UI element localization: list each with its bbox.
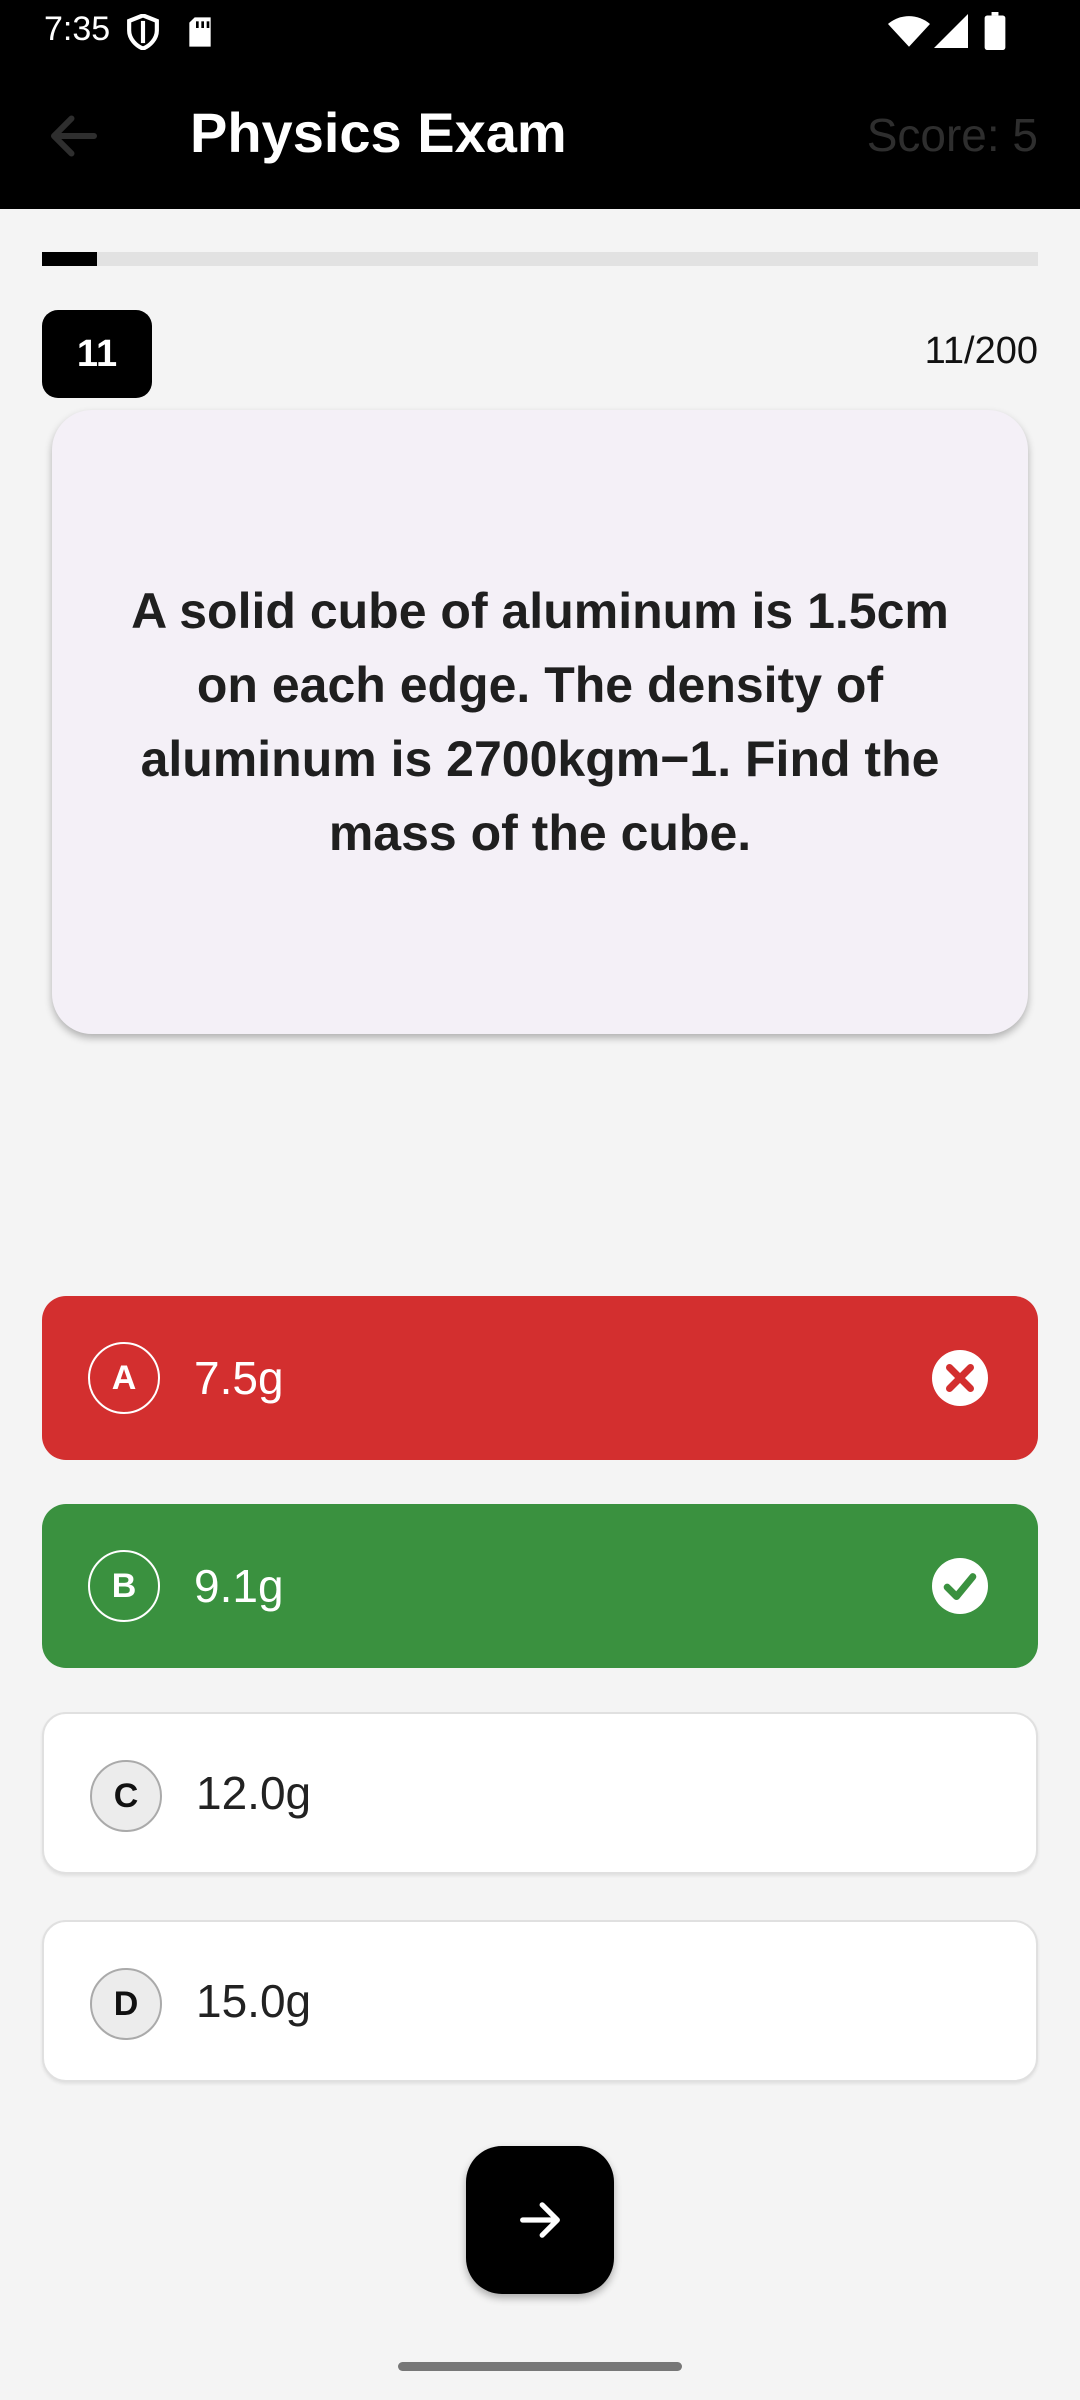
question-card: A solid cube of aluminum is 1.5cm on eac… — [52, 410, 1028, 1034]
battery-icon — [984, 12, 1006, 50]
shield-icon — [127, 14, 159, 50]
close-circle-icon — [932, 1350, 988, 1406]
option-letter: D — [90, 1968, 162, 2040]
question-number-badge: 11 — [42, 310, 152, 398]
option-value: 9.1g — [194, 1560, 284, 1612]
question-counter: 11/200 — [924, 330, 1038, 372]
option-value: 7.5g — [194, 1352, 284, 1404]
arrow-forward-icon — [520, 2202, 560, 2238]
home-indicator[interactable] — [398, 2362, 682, 2371]
sd-card-icon — [189, 17, 211, 47]
option-c[interactable]: C 12.0g — [42, 1712, 1038, 1874]
score-label: Score: 5 — [866, 109, 1038, 161]
progress-fill — [42, 252, 97, 266]
option-value: 12.0g — [196, 1767, 312, 1819]
option-letter: C — [90, 1760, 162, 1832]
option-b[interactable]: B 9.1g — [42, 1504, 1038, 1668]
quiz-screen: 7:35 Physics Exam Score: 5 11 11/200 A s… — [0, 0, 1080, 2400]
signal-icon — [934, 14, 968, 48]
question-text: A solid cube of aluminum is 1.5cm on eac… — [131, 583, 949, 861]
option-a[interactable]: A 7.5g — [42, 1296, 1038, 1460]
option-letter: A — [88, 1342, 160, 1414]
status-bar: 7:35 — [0, 0, 1080, 64]
status-time: 7:35 — [44, 10, 111, 48]
option-letter: B — [88, 1550, 160, 1622]
option-d[interactable]: D 15.0g — [42, 1920, 1038, 2082]
next-button[interactable] — [466, 2146, 614, 2294]
arrow-back-icon[interactable] — [44, 106, 104, 166]
check-circle-icon — [932, 1558, 988, 1614]
page-title: Physics Exam — [190, 101, 567, 164]
app-bar: Physics Exam Score: 5 — [0, 64, 1080, 209]
wifi-icon — [888, 16, 930, 47]
progress-bar — [42, 252, 1038, 266]
option-value: 15.0g — [196, 1975, 312, 2027]
